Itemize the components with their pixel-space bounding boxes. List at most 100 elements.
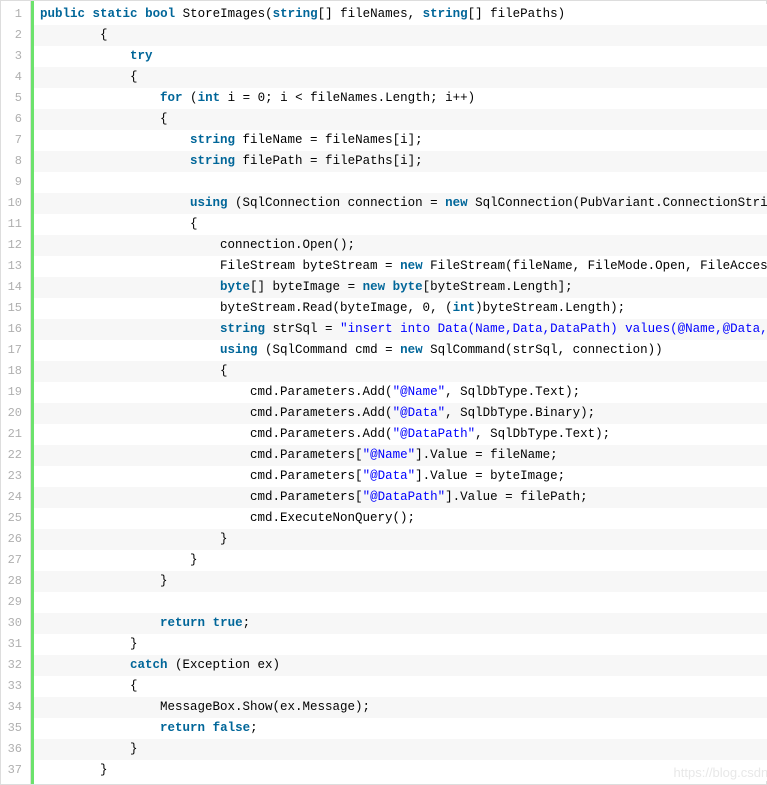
code-token: [byteStream.Length]; [423, 280, 573, 294]
code-body: public static bool StoreImages( string [] … [31, 1, 767, 784]
line-number: 34 [1, 697, 30, 718]
code-token: "@Data" [363, 469, 416, 483]
code-line: } [34, 529, 767, 550]
code-token [40, 343, 220, 357]
code-token [40, 196, 190, 210]
code-token: fileName = fileNames[i]; [235, 133, 423, 147]
code-token: } [40, 742, 138, 756]
code-token: strSql = [265, 322, 340, 336]
code-token [85, 7, 93, 21]
code-token: true [213, 616, 243, 630]
line-number: 2 [1, 25, 30, 46]
code-token: cmd.Parameters[ [40, 448, 363, 462]
code-token: "@DataPath" [363, 490, 446, 504]
code-token: catch [130, 658, 168, 672]
code-token: new [400, 259, 423, 273]
code-token: (Exception ex) [168, 658, 281, 672]
line-number: 32 [1, 655, 30, 676]
code-token [40, 91, 160, 105]
line-number: 31 [1, 634, 30, 655]
code-line: byteStream.Read(byteImage, 0, (int)byteS… [34, 298, 767, 319]
code-line: } [34, 571, 767, 592]
code-token: connection.Open(); [40, 238, 355, 252]
code-token: [] byteImage = [250, 280, 363, 294]
code-token: ; [243, 616, 251, 630]
line-number: 7 [1, 130, 30, 151]
code-token: "@DataPath" [393, 427, 476, 441]
line-number: 10 [1, 193, 30, 214]
code-line: connection.Open(); [34, 235, 767, 256]
code-token: cmd.Parameters[ [40, 469, 363, 483]
code-line: { [34, 109, 767, 130]
code-line: cmd.Parameters["@DataPath"].Value = file… [34, 487, 767, 508]
code-token [40, 49, 130, 63]
code-token: using [190, 196, 228, 210]
code-token: static [93, 7, 138, 21]
code-token: MessageBox.Show(ex.Message); [40, 700, 370, 714]
line-number: 30 [1, 613, 30, 634]
code-token [40, 280, 220, 294]
code-token: ( [183, 91, 198, 105]
code-token: ; [250, 721, 258, 735]
code-token: cmd.Parameters.Add( [40, 406, 393, 420]
code-token: } [40, 553, 198, 567]
code-line: return false; [34, 718, 767, 739]
code-line: { [34, 361, 767, 382]
line-number: 9 [1, 172, 30, 193]
code-line: catch (Exception ex) [34, 655, 767, 676]
code-token: (SqlCommand cmd = [258, 343, 401, 357]
code-token: i = 0; i < fileNames.Length; i++) [220, 91, 475, 105]
code-token: string [190, 154, 235, 168]
code-token: "@Name" [393, 385, 446, 399]
code-token: } [40, 763, 108, 777]
code-line [34, 592, 767, 613]
code-token: byte [220, 280, 250, 294]
code-token: { [40, 679, 138, 693]
code-line: cmd.Parameters.Add("@Name", SqlDbType.Te… [34, 382, 767, 403]
line-number: 24 [1, 487, 30, 508]
code-token: ].Value = filePath; [445, 490, 588, 504]
code-token: StoreImages( [175, 7, 273, 21]
code-token [40, 322, 220, 336]
code-token [40, 658, 130, 672]
code-line: { [34, 25, 767, 46]
code-token: new [400, 343, 423, 357]
code-token: new [363, 280, 386, 294]
code-line: public static bool StoreImages(string[] … [34, 4, 767, 25]
code-token [40, 721, 160, 735]
code-token: cmd.ExecuteNonQuery(); [40, 511, 415, 525]
line-number: 35 [1, 718, 30, 739]
code-token: "@Data" [393, 406, 446, 420]
line-number: 6 [1, 109, 30, 130]
code-token: bool [145, 7, 175, 21]
code-token: , SqlDbType.Binary); [445, 406, 595, 420]
line-number: 27 [1, 550, 30, 571]
code-token: public [40, 7, 85, 21]
code-line: FileStream byteStream = new FileStream(f… [34, 256, 767, 277]
line-number: 33 [1, 676, 30, 697]
code-token: filePath = filePaths[i]; [235, 154, 423, 168]
line-number: 21 [1, 424, 30, 445]
code-token: for [160, 91, 183, 105]
code-token [40, 595, 48, 609]
code-token: new [445, 196, 468, 210]
line-number: 5 [1, 88, 30, 109]
line-number: 12 [1, 235, 30, 256]
code-token: using [220, 343, 258, 357]
line-number: 11 [1, 214, 30, 235]
line-number: 19 [1, 382, 30, 403]
code-line: cmd.Parameters["@Name"].Value = fileName… [34, 445, 767, 466]
code-token: false [213, 721, 251, 735]
code-line: } [34, 739, 767, 760]
code-line: cmd.Parameters.Add("@Data", SqlDbType.Bi… [34, 403, 767, 424]
code-token [40, 154, 190, 168]
code-token [40, 133, 190, 147]
code-token [385, 280, 393, 294]
code-token: try [130, 49, 153, 63]
code-line: for (int i = 0; i < fileNames.Length; i+… [34, 88, 767, 109]
code-token: byte [393, 280, 423, 294]
line-number: 3 [1, 46, 30, 67]
line-number: 4 [1, 67, 30, 88]
code-line: } [34, 550, 767, 571]
code-token: ].Value = byteImage; [415, 469, 565, 483]
